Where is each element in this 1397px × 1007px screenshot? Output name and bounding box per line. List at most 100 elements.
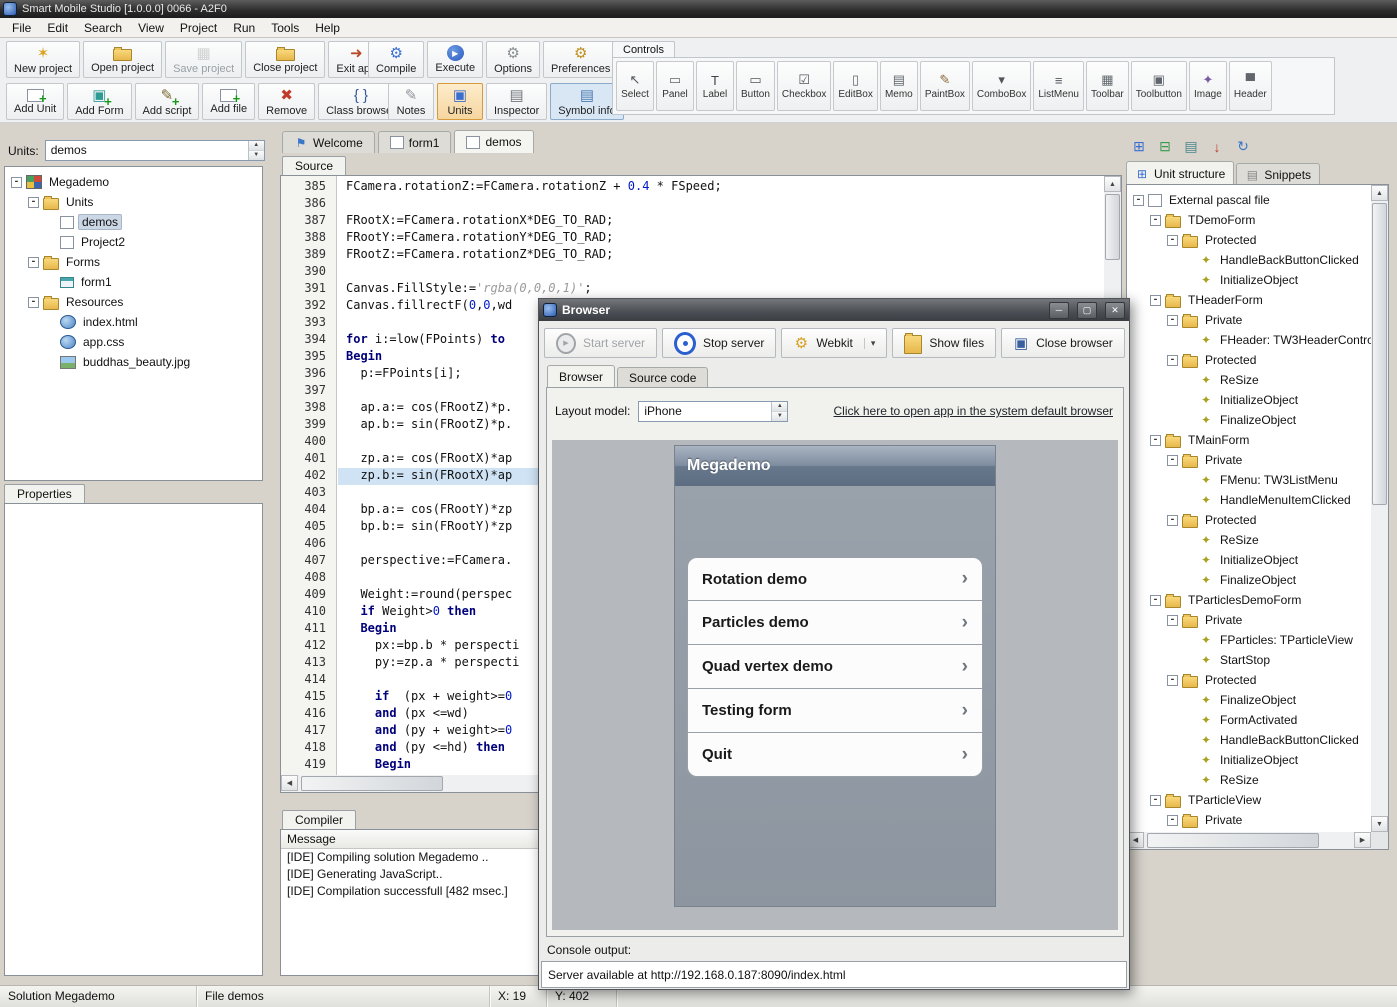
spin-up-icon[interactable]: ▲: [772, 402, 787, 412]
menu-project[interactable]: Project: [172, 18, 225, 38]
open-in-default-browser-link[interactable]: Click here to open app in the system def…: [834, 404, 1113, 418]
class-view-button[interactable]: ⊟: [1154, 136, 1176, 157]
options-button[interactable]: ⚙Options: [486, 41, 540, 78]
tree-toggle[interactable]: -: [1167, 615, 1178, 626]
tree-item-initializeobject[interactable]: ✦InitializeObject: [1127, 390, 1371, 410]
tree-toggle[interactable]: -: [1150, 435, 1161, 446]
tree-item-handlebackbuttonclicked[interactable]: ✦HandleBackButtonClicked: [1127, 730, 1371, 750]
tree-toggle[interactable]: -: [1150, 215, 1161, 226]
tree-toggle[interactable]: -: [1150, 595, 1161, 606]
tree-item-form1[interactable]: form1: [5, 272, 262, 292]
header-button[interactable]: ▀Header: [1229, 61, 1272, 111]
scroll-thumb[interactable]: [1372, 203, 1387, 505]
tree-item-demos[interactable]: demos: [5, 212, 262, 232]
select-button[interactable]: ↖Select: [616, 61, 654, 111]
phone-menu-item-particles-demo[interactable]: Particles demo›: [687, 601, 983, 645]
tree-item-private[interactable]: -Private: [1127, 610, 1371, 630]
close-browser-button[interactable]: ▣Close browser: [1001, 328, 1125, 358]
tree-item-startstop[interactable]: ✦StartStop: [1127, 650, 1371, 670]
tree-toggle[interactable]: -: [28, 297, 39, 308]
tree-toggle[interactable]: -: [1133, 195, 1144, 206]
tree-toggle[interactable]: -: [28, 257, 39, 268]
panel-button[interactable]: ▭Panel: [656, 61, 694, 111]
tree-item-resize[interactable]: ✦ReSize: [1127, 770, 1371, 790]
compiler-tab[interactable]: Compiler: [282, 810, 356, 829]
phone-menu-item-rotation-demo[interactable]: Rotation demo›: [687, 557, 983, 601]
tab-welcome[interactable]: ⚑Welcome: [282, 131, 375, 153]
units-combobox[interactable]: demos ▲▼: [45, 140, 265, 161]
execute-button[interactable]: Execute: [427, 41, 483, 78]
tree-item-buddhas-beauty-jpg[interactable]: buddhas_beauty.jpg: [5, 352, 262, 372]
tree-item-resize[interactable]: ✦ReSize: [1127, 370, 1371, 390]
add-script-button[interactable]: ✎Add script: [135, 83, 200, 120]
save-project-button[interactable]: ▦Save project: [165, 41, 242, 78]
inspector-button[interactable]: ▤Inspector: [486, 83, 547, 120]
menu-tools[interactable]: Tools: [263, 18, 307, 38]
tree-item-tmainform[interactable]: -TMainForm: [1127, 430, 1371, 450]
tab-form1[interactable]: form1: [378, 131, 452, 153]
tree-item-theaderform[interactable]: -THeaderForm: [1127, 290, 1371, 310]
tree-toggle[interactable]: -: [11, 177, 22, 188]
tree-item-fheader-tw3headercontro[interactable]: ✦FHeader: TW3HeaderContro: [1127, 330, 1371, 350]
scroll-up-arrow-icon[interactable]: ▲: [1371, 185, 1388, 201]
menu-search[interactable]: Search: [76, 18, 130, 38]
tab-source-code[interactable]: Source code: [617, 367, 708, 388]
tree-item-tparticlesdemoform[interactable]: -TParticlesDemoForm: [1127, 590, 1371, 610]
tree-item-external-pascal-file[interactable]: -External pascal file: [1127, 190, 1371, 210]
tree-item-private[interactable]: -Private: [1127, 810, 1371, 830]
combobox-spinner[interactable]: ▲▼: [771, 402, 787, 421]
tree-item-protected[interactable]: -Protected: [1127, 350, 1371, 370]
properties-tab[interactable]: Properties: [4, 484, 85, 503]
sort-descending-button[interactable]: ↓: [1206, 136, 1228, 157]
tree-toggle[interactable]: -: [1150, 795, 1161, 806]
tree-item-initializeobject[interactable]: ✦InitializeObject: [1127, 270, 1371, 290]
tree-item-megademo[interactable]: -Megademo: [5, 172, 262, 192]
tree-item-handlemenuitemclicked[interactable]: ✦HandleMenuItemClicked: [1127, 490, 1371, 510]
spin-up-icon[interactable]: ▲: [249, 141, 264, 151]
layers-button[interactable]: ▤: [1180, 136, 1202, 157]
tree-item-private[interactable]: -Private: [1127, 310, 1371, 330]
scroll-thumb[interactable]: [301, 776, 443, 791]
image-button[interactable]: ✦Image: [1189, 61, 1227, 111]
maximize-button[interactable]: ▢: [1077, 302, 1097, 319]
tab-demos[interactable]: demos: [454, 130, 533, 153]
minimize-button[interactable]: ─: [1049, 302, 1069, 319]
scroll-left-arrow-icon[interactable]: ◀: [281, 775, 298, 791]
scroll-thumb[interactable]: [1105, 194, 1120, 260]
tree-item-protected[interactable]: -Protected: [1127, 230, 1371, 250]
scroll-track[interactable]: [1371, 201, 1388, 816]
tree-item-project2[interactable]: Project2: [5, 232, 262, 252]
structure-vertical-scrollbar[interactable]: ▲ ▼: [1371, 185, 1388, 832]
tree-item-app-css[interactable]: app.css: [5, 332, 262, 352]
tree-item-formactivated[interactable]: ✦FormActivated: [1127, 710, 1371, 730]
open-project-button[interactable]: Open project: [83, 41, 162, 78]
tab-snippets[interactable]: ▤ Snippets: [1236, 163, 1320, 185]
close-project-button[interactable]: Close project: [245, 41, 325, 78]
layout-model-combobox[interactable]: iPhone ▲▼: [638, 401, 788, 422]
notes-button[interactable]: ✎Notes: [388, 83, 434, 120]
tree-toggle[interactable]: -: [1167, 315, 1178, 326]
editbox-button[interactable]: ▯EditBox: [833, 61, 877, 111]
tree-toggle[interactable]: -: [1167, 355, 1178, 366]
tree-item-private[interactable]: -Private: [1127, 450, 1371, 470]
tree-toggle[interactable]: -: [1167, 515, 1178, 526]
label-button[interactable]: TLabel: [696, 61, 734, 111]
compile-button[interactable]: ⚙Compile: [368, 41, 424, 78]
tree-toggle[interactable]: -: [1167, 455, 1178, 466]
tree-item-units[interactable]: -Units: [5, 192, 262, 212]
tree-toggle[interactable]: -: [1167, 675, 1178, 686]
tree-item-resources[interactable]: -Resources: [5, 292, 262, 312]
webkit-button[interactable]: ⚙Webkit▾: [781, 328, 887, 358]
preferences-button[interactable]: ⚙Preferences: [543, 41, 618, 78]
scroll-thumb[interactable]: [1147, 833, 1319, 848]
toolbar-button[interactable]: ▦Toolbar: [1086, 61, 1129, 111]
checkbox-button[interactable]: ☑Checkbox: [777, 61, 831, 111]
button-button[interactable]: ▭Button: [736, 61, 775, 111]
tree-item-protected[interactable]: -Protected: [1127, 510, 1371, 530]
tree-toggle[interactable]: -: [1167, 815, 1178, 826]
units-button[interactable]: ▣Units: [437, 83, 483, 120]
tree-item-fparticles-tparticleview[interactable]: ✦FParticles: TParticleView: [1127, 630, 1371, 650]
scroll-right-arrow-icon[interactable]: ▶: [1354, 832, 1371, 848]
dropdown-arrow-icon[interactable]: ▾: [864, 338, 876, 349]
paintbox-button[interactable]: ✎PaintBox: [920, 61, 970, 111]
